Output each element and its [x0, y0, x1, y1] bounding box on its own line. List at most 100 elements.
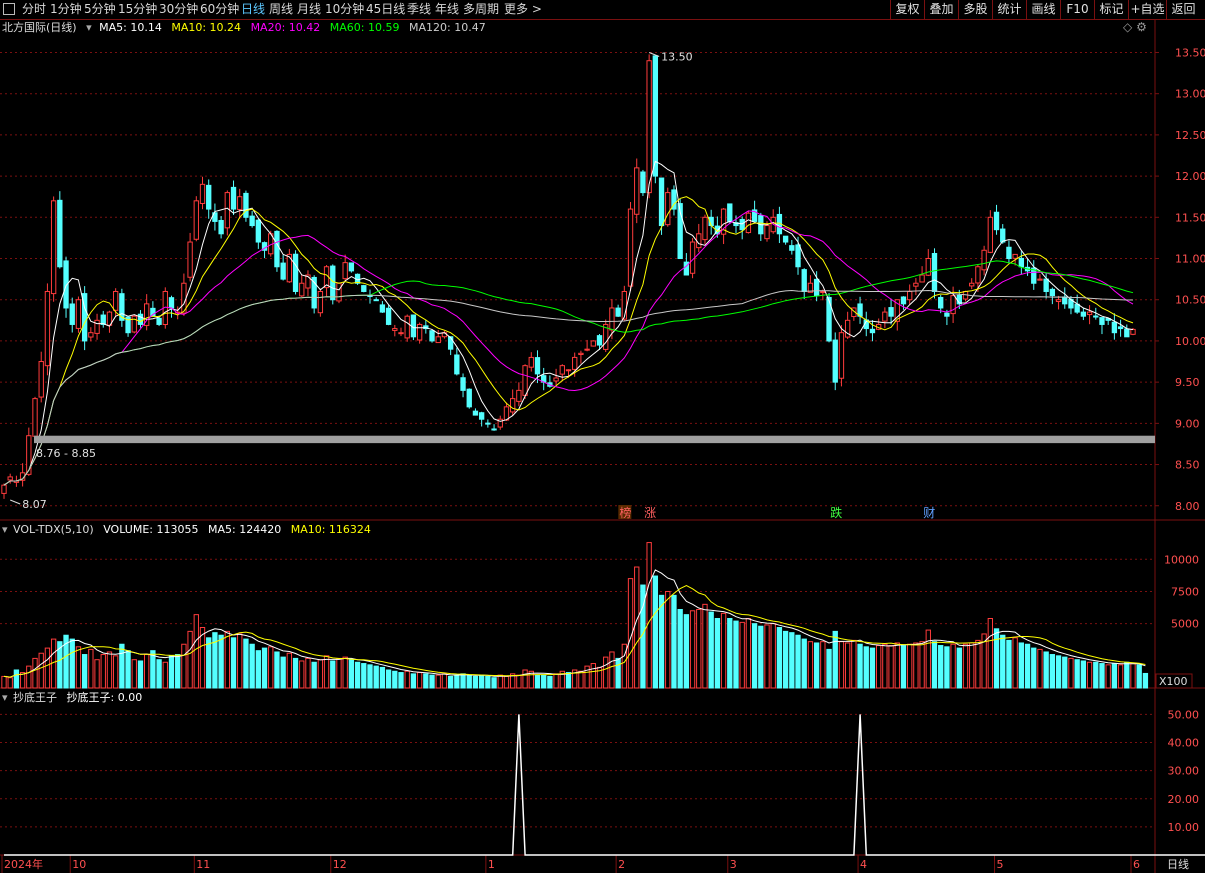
volume-bar-14 [88, 648, 94, 689]
volume-bar-51 [317, 659, 324, 689]
event-marker-2: 跌 [830, 505, 842, 520]
candle-body-37 [230, 186, 237, 210]
candle-body-58 [361, 285, 367, 292]
candle-body-117 [727, 203, 733, 222]
candle-body-16 [100, 314, 106, 325]
candle-body-93 [578, 352, 584, 355]
volume-bar-49 [305, 657, 311, 689]
volume-bar-145 [900, 645, 907, 689]
volume-bar-68 [423, 673, 429, 689]
volume-bar-105 [652, 575, 659, 689]
volume-bar-137 [851, 639, 857, 689]
volume-bar-93 [578, 670, 584, 689]
candle-body-104 [646, 60, 652, 194]
candle-body-160 [993, 211, 1000, 231]
volume-bar-74 [460, 673, 466, 689]
date-label-1: 10 [72, 858, 86, 871]
ind-tick-label-1: 40.00 [1168, 737, 1200, 750]
candle-body-158 [981, 249, 987, 271]
candle-body-132 [820, 290, 826, 293]
candle-body-83 [516, 389, 522, 402]
candle-body-48 [299, 282, 305, 297]
candle-body-169 [1049, 288, 1056, 297]
volume-bar-120 [745, 618, 752, 689]
volume-bar-121 [751, 623, 758, 689]
volume-bar-163 [1012, 637, 1018, 689]
candle-body-103 [640, 171, 646, 194]
volume-bar-27 [168, 655, 175, 689]
volume-bar-2 [13, 669, 20, 689]
chart-canvas[interactable]: 13.50 13.00 12.50 12.00 11.50 11.00 10.50 10.00… [0, 0, 1205, 873]
candle-body-31 [193, 200, 199, 240]
candle-body-72 [447, 336, 454, 350]
volume-bar-17 [106, 651, 113, 689]
volume-bar-102 [634, 566, 640, 689]
volume-bar-181 [1124, 661, 1130, 689]
volume-bar-33 [206, 637, 212, 689]
volume-bar-57 [354, 661, 361, 689]
candle-body-164 [1018, 257, 1025, 268]
candle-body-67 [416, 323, 423, 341]
volume-bar-55 [342, 656, 348, 689]
volume-bar-171 [1062, 656, 1068, 689]
volume-bar-73 [454, 674, 460, 689]
volume-bar-133 [826, 648, 832, 689]
ma120-line [3, 289, 1133, 486]
volume-bar-97 [603, 656, 609, 689]
volume-bar-28 [175, 654, 181, 689]
candle-body-11 [69, 303, 75, 325]
volume-bar-13 [81, 654, 88, 689]
candle-body-177 [1099, 317, 1105, 325]
candle-body-170 [1055, 299, 1062, 303]
candle-body-145 [900, 296, 907, 305]
candle-body-35 [218, 219, 224, 235]
candle-body-69 [429, 330, 435, 342]
candle-body-98 [609, 307, 615, 331]
volume-bar-151 [938, 645, 944, 689]
volume-bar-131 [813, 642, 820, 689]
band-label: 8.76 - 8.85 [36, 447, 96, 460]
candle-body-101 [627, 208, 634, 287]
volume-bar-44 [274, 651, 280, 689]
candle-body-173 [1074, 303, 1080, 313]
volume-bar-80 [497, 674, 503, 689]
volume-bar-156 [969, 642, 975, 689]
candle-body-106 [658, 177, 665, 227]
candle-body-153 [950, 295, 956, 315]
volume-bar-75 [466, 674, 472, 689]
candle-body-79 [491, 428, 497, 431]
candle-body-60 [373, 299, 379, 302]
volume-bar-23 [144, 654, 150, 689]
date-label-2: 11 [196, 858, 210, 871]
volume-bar-12 [75, 646, 82, 689]
price-tick-label-11: 8.00 [1175, 500, 1200, 513]
volume-bar-38 [237, 633, 243, 689]
volume-unit-label: X100 [1159, 675, 1188, 688]
candle-body-120 [745, 212, 752, 234]
candle-body-94 [584, 348, 590, 351]
candle-body-151 [938, 296, 944, 309]
candle-body-63 [392, 328, 398, 331]
volume-bar-26 [162, 661, 168, 689]
candle-body-86 [534, 357, 541, 375]
volume-bar-43 [268, 646, 274, 689]
candle-body-102 [634, 167, 640, 215]
period-label-bottom: 日线 [1167, 857, 1189, 871]
candle-body-85 [528, 356, 534, 368]
candle-body-84 [522, 365, 528, 396]
volume-bar-35 [218, 634, 224, 689]
volume-bar-61 [379, 666, 386, 689]
candle-body-75 [466, 388, 472, 408]
volume-bar-79 [491, 677, 497, 689]
volume-bar-132 [820, 641, 826, 689]
volume-bar-7 [44, 647, 51, 689]
volume-bar-36 [224, 630, 230, 689]
candle-body-140 [869, 328, 876, 334]
volume-bar-21 [131, 659, 137, 689]
volume-bar-69 [429, 674, 435, 689]
candle-body-77 [478, 412, 485, 420]
candle-body-25 [156, 317, 162, 325]
candle-body-47 [292, 253, 299, 292]
volume-bar-125 [776, 627, 783, 689]
candle-body-7 [44, 290, 51, 367]
